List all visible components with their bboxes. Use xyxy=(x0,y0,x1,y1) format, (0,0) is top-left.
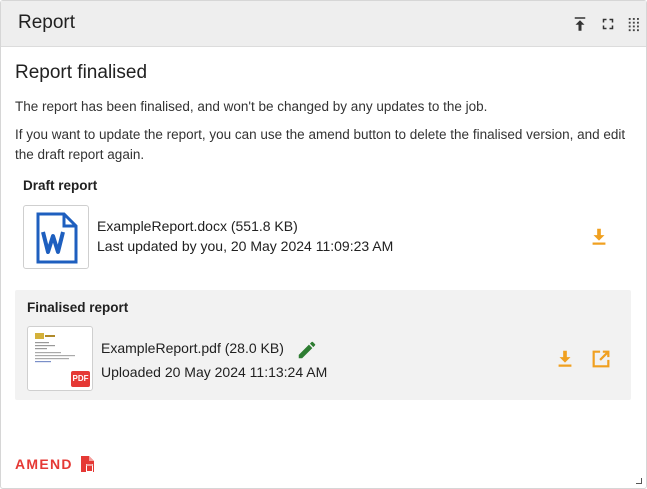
pdf-badge-icon: PDF xyxy=(71,371,90,387)
amend-button[interactable]: AMEND xyxy=(15,453,96,475)
amend-instructions: If you want to update the report, you ca… xyxy=(15,127,626,162)
pdf-badge-label: PDF xyxy=(72,374,89,383)
draft-thumbnail[interactable] xyxy=(23,205,89,269)
finalised-report-label: Finalised report xyxy=(27,300,129,315)
amend-label: AMEND xyxy=(15,456,73,472)
status-heading: Report finalised xyxy=(15,62,148,83)
pin-top-icon[interactable] xyxy=(571,15,589,33)
finalised-file-meta: Uploaded 20 May 2024 11:13:24 AM xyxy=(101,364,328,380)
panel-header: Report xyxy=(1,1,646,47)
open-external-icon[interactable] xyxy=(590,348,612,370)
fullscreen-icon[interactable] xyxy=(599,15,617,33)
edit-icon[interactable] xyxy=(296,339,316,359)
download-icon[interactable] xyxy=(588,226,610,248)
finalised-note: The report has been finalised, and won't… xyxy=(15,99,488,114)
file-delete-icon xyxy=(80,455,96,473)
download-icon[interactable] xyxy=(554,348,576,370)
word-document-icon xyxy=(34,212,80,264)
draft-file-name[interactable]: ExampleReport.docx (551.8 KB) xyxy=(97,218,298,234)
drag-handle-icon[interactable] xyxy=(625,15,643,33)
report-panel: Report Report finalised The report has b… xyxy=(0,0,647,489)
draft-report-label: Draft report xyxy=(23,178,98,193)
finalised-thumbnail[interactable]: PDF xyxy=(27,326,93,391)
resize-handle[interactable] xyxy=(636,478,642,484)
document-preview-icon xyxy=(34,331,86,371)
panel-title: Report xyxy=(18,12,76,33)
finalised-file-name[interactable]: ExampleReport.pdf (28.0 KB) xyxy=(101,340,284,356)
draft-file-meta: Last updated by you, 20 May 2024 11:09:2… xyxy=(97,238,394,254)
